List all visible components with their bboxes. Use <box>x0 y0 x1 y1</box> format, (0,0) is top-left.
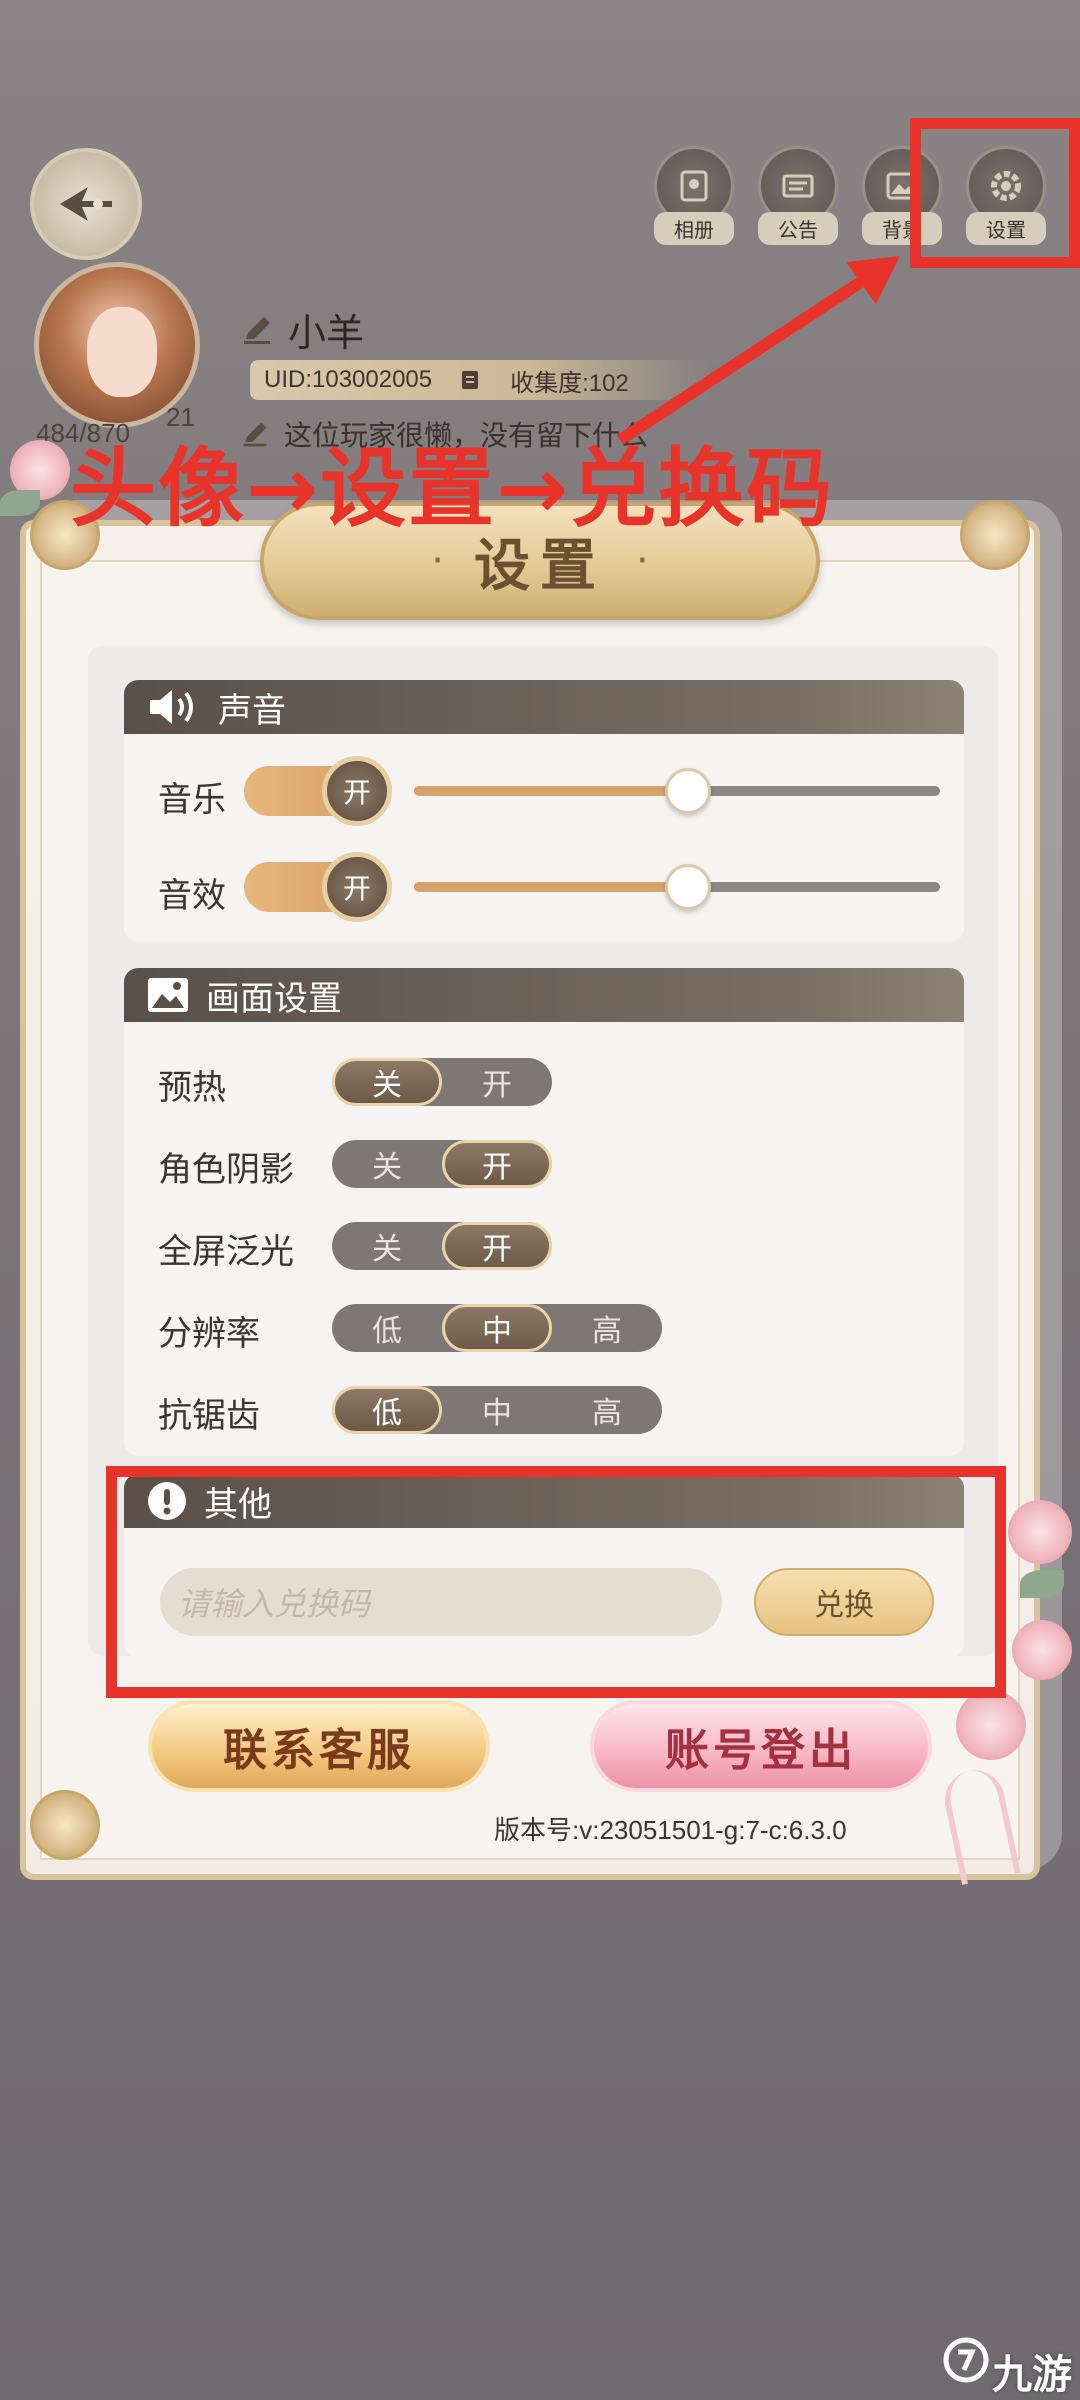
top-icon-album[interactable]: 相册 <box>654 146 734 245</box>
graphics-row-label: 全屏泛光 <box>158 1232 294 1272</box>
sfx-label: 音效 <box>158 876 226 916</box>
switch-option[interactable]: 中 <box>442 1386 552 1434</box>
music-label: 音乐 <box>158 780 226 820</box>
title-dot: · <box>636 538 649 584</box>
corner-ornament <box>30 1790 100 1860</box>
avatar-face <box>87 307 157 397</box>
switch-option[interactable]: 开 <box>442 1140 552 1188</box>
sfx-slider-thumb[interactable] <box>664 864 711 910</box>
graphics-row-switch: 低中高 <box>332 1386 662 1434</box>
flower-decoration <box>1008 1500 1072 1564</box>
back-arrow-icon <box>60 187 112 221</box>
music-slider-thumb[interactable] <box>664 768 711 814</box>
music-slider-fill <box>414 786 688 796</box>
switch-option[interactable]: 低 <box>332 1386 442 1434</box>
switch-option[interactable]: 高 <box>552 1304 662 1352</box>
version-text: 版本号:v:23051501-g:7-c:6.3.0 <box>494 1815 847 1845</box>
sfx-slider[interactable] <box>414 864 940 910</box>
graphics-row-switch: 低中高 <box>332 1304 662 1352</box>
speaker-icon <box>150 690 193 724</box>
contact-service-button[interactable]: 联系客服 <box>148 1700 490 1792</box>
watermark-logo-icon <box>943 2337 989 2383</box>
name-row[interactable]: 小羊 <box>240 302 364 357</box>
watermark-text: 九游 <box>992 2352 1072 2398</box>
graphics-row-label: 分辨率 <box>158 1314 260 1354</box>
graphics-row-label: 抗锯齿 <box>158 1396 260 1436</box>
back-button[interactable] <box>30 148 142 260</box>
sound-section-title: 声音 <box>218 690 286 731</box>
sfx-toggle-knob: 开 <box>322 852 392 922</box>
music-slider[interactable] <box>414 768 940 814</box>
switch-option[interactable]: 高 <box>552 1386 662 1434</box>
switch-option[interactable]: 开 <box>442 1058 552 1106</box>
annotation-arrow-icon <box>616 256 900 446</box>
switch-option[interactable]: 关 <box>332 1058 442 1106</box>
flower-decoration <box>956 1690 1026 1760</box>
graphics-section-header: 画面设置 <box>124 968 964 1022</box>
switch-option[interactable]: 低 <box>332 1304 442 1352</box>
edit-icon <box>244 316 270 344</box>
logout-button[interactable]: 账号登出 <box>590 1700 932 1792</box>
top-icon-notice[interactable]: 公告 <box>758 146 838 245</box>
music-toggle[interactable]: 开 <box>244 756 392 826</box>
graphics-row-switch: 关开 <box>332 1058 552 1106</box>
corner-ornament <box>960 500 1030 570</box>
copy-icon[interactable] <box>458 367 484 393</box>
switch-option[interactable]: 中 <box>442 1304 552 1352</box>
annotation-box-redeem <box>106 1466 1006 1698</box>
leaf-decoration <box>0 490 40 516</box>
sound-section-header: 声音 <box>124 680 964 734</box>
graphics-row-switch: 关开 <box>332 1140 552 1188</box>
player-name: 小羊 <box>288 311 365 355</box>
switch-option[interactable]: 关 <box>332 1140 442 1188</box>
switch-option[interactable]: 开 <box>442 1222 552 1270</box>
sfx-slider-fill <box>414 882 688 892</box>
graphics-row-label: 角色阴影 <box>158 1150 294 1190</box>
graphics-row-label: 预热 <box>158 1068 226 1108</box>
graphics-section: 画面设置 <box>124 968 964 1456</box>
sfx-toggle[interactable]: 开 <box>244 852 392 922</box>
leaf-decoration <box>1020 1570 1064 1598</box>
flower-decoration <box>1012 1620 1072 1680</box>
graphics-row-switch: 关开 <box>332 1222 552 1270</box>
annotation-box-settings <box>910 118 1080 268</box>
graphics-section-title: 画面设置 <box>206 978 342 1019</box>
title-dot: · <box>431 538 444 584</box>
uid-text: UID:103002005 <box>264 366 433 393</box>
music-toggle-knob: 开 <box>322 756 392 826</box>
image-icon <box>148 978 188 1012</box>
switch-option[interactable]: 关 <box>332 1222 442 1270</box>
